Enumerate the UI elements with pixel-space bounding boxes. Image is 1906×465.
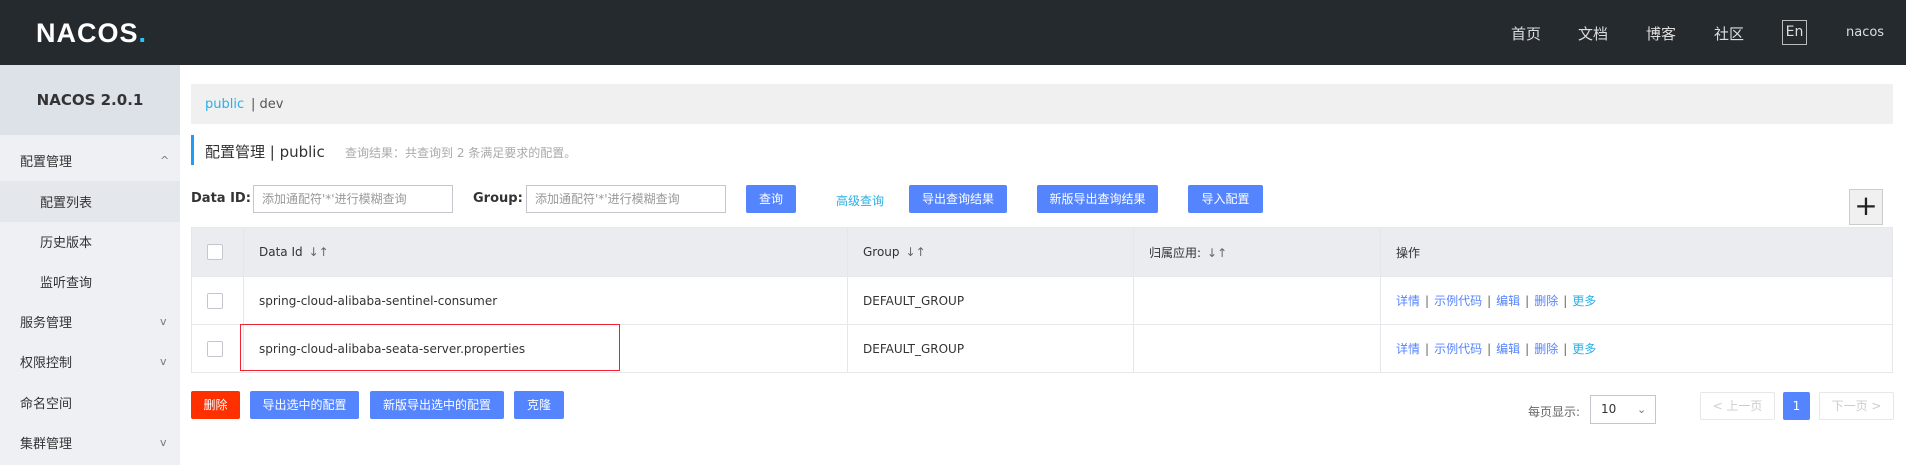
chevron-down-icon: v [160, 315, 167, 328]
sidebar-item-listener-query[interactable]: 监听查询 [0, 261, 180, 302]
sidebar-item-label: 权限控制 [20, 356, 73, 371]
group-cell: DEFAULT_GROUP [847, 276, 1134, 325]
language-toggle[interactable]: En [1782, 20, 1807, 45]
query-button[interactable]: 查询 [746, 185, 796, 213]
namespace-dev[interactable]: | dev [251, 97, 283, 112]
actions-cell: 详情 | 示例代码 | 编辑 | 删除 | 更多 [1380, 276, 1893, 325]
sidebar-item-label: 配置管理 [20, 154, 73, 170]
row-checkbox[interactable] [207, 292, 223, 309]
group-label: Group: [473, 191, 523, 206]
sidebar-item-cluster-management[interactable]: 集群管理 v [0, 422, 180, 463]
sidebar: NACOS 2.0.1 配置管理 ^ 配置列表 历史版本 监听查询 服务管理 v… [0, 65, 180, 465]
chevron-down-icon: ⌄ [1637, 403, 1647, 416]
column-label: Group [863, 245, 900, 259]
advanced-query-link[interactable]: 高级查询 [836, 192, 884, 209]
sidebar-item-namespace[interactable]: 命名空间 [0, 382, 180, 423]
delete-link[interactable]: 删除 [1534, 294, 1558, 308]
nav-docs[interactable]: 文档 [1578, 23, 1608, 44]
sidebar-item-label: 监听查询 [40, 276, 93, 291]
column-header-group[interactable]: Group ↓↑ [847, 227, 1134, 277]
row-select-cell [191, 324, 244, 373]
sidebar-item-history[interactable]: 历史版本 [0, 221, 180, 262]
sort-icon[interactable]: ↓↑ [1207, 246, 1227, 260]
more-link[interactable]: 更多 [1572, 294, 1596, 308]
column-label: 操作 [1396, 245, 1421, 260]
edit-link[interactable]: 编辑 [1496, 342, 1520, 356]
clone-button[interactable]: 克隆 [514, 391, 564, 419]
page-size-label: 每页显示: [1528, 405, 1581, 419]
group-input[interactable]: 添加通配符'*'进行模糊查询 [526, 185, 726, 213]
query-result-text: 查询结果：共查询到 2 条满足要求的配置。 [345, 146, 577, 160]
sidebar-item-service-management[interactable]: 服务管理 v [0, 301, 180, 342]
page-size-value: 10 [1601, 402, 1617, 416]
row-select-cell [191, 276, 244, 325]
sidebar-item-config-management[interactable]: 配置管理 ^ [0, 142, 180, 178]
column-header-dataid[interactable]: Data Id ↓↑ [243, 227, 848, 277]
column-label: 归属应用: [1149, 245, 1202, 260]
table-row: spring-cloud-alibaba-seata-server.proper… [191, 324, 1893, 373]
chevron-up-icon: ^ [160, 153, 170, 167]
page-title-text: 配置管理 | public [205, 143, 325, 161]
page-number-1[interactable]: 1 [1783, 392, 1810, 420]
sidebar-version: NACOS 2.0.1 [0, 65, 180, 135]
row-checkbox[interactable] [207, 340, 223, 357]
chevron-down-icon: v [160, 355, 167, 368]
column-label: Data Id [259, 245, 303, 259]
sidebar-item-label: 配置列表 [40, 196, 93, 211]
new-export-selected-button[interactable]: 新版导出选中的配置 [370, 391, 504, 419]
column-header-actions: 操作 [1380, 227, 1893, 277]
select-all-cell [191, 227, 244, 277]
export-results-button[interactable]: 导出查询结果 [909, 185, 1007, 213]
sort-icon[interactable]: ↓↑ [906, 245, 926, 259]
export-selected-button[interactable]: 导出选中的配置 [250, 391, 359, 419]
column-header-app[interactable]: 归属应用: ↓↑ [1133, 227, 1381, 277]
dataid-cell: spring-cloud-alibaba-sentinel-consumer [243, 276, 848, 325]
select-all-checkbox[interactable] [207, 244, 223, 260]
sidebar-item-label: 命名空间 [20, 397, 73, 412]
detail-link[interactable]: 详情 [1396, 294, 1420, 308]
detail-link[interactable]: 详情 [1396, 342, 1420, 356]
table-header-row: Data Id ↓↑ Group ↓↑ 归属应用: ↓↑ 操作 [191, 227, 1893, 277]
more-link[interactable]: 更多 [1572, 342, 1596, 356]
import-config-button[interactable]: 导入配置 [1188, 185, 1263, 213]
sidebar-item-config-list[interactable]: 配置列表 [0, 181, 180, 222]
logo-dot: . [138, 18, 148, 48]
delete-link[interactable]: 删除 [1534, 342, 1558, 356]
nacos-logo[interactable]: NACOS. [36, 18, 147, 49]
sort-icon[interactable]: ↓↑ [309, 245, 329, 259]
namespace-bar: public | dev [191, 84, 1893, 124]
sidebar-item-label: 服务管理 [20, 316, 73, 331]
nav-blog[interactable]: 博客 [1646, 23, 1676, 44]
delete-selected-button[interactable]: 删除 [191, 391, 240, 419]
chevron-down-icon: v [160, 436, 167, 449]
edit-link[interactable]: 编辑 [1496, 294, 1520, 308]
page-size-select[interactable]: 10 ⌄ [1590, 395, 1656, 424]
page-title: 配置管理 | public 查询结果：共查询到 2 条满足要求的配置。 [191, 135, 576, 165]
dataid-label: Data ID: [191, 191, 251, 206]
logo-text: NACOS [36, 18, 139, 48]
prev-page-button[interactable]: < 上一页 [1700, 392, 1775, 420]
dataid-input[interactable]: 添加通配符'*'进行模糊查询 [253, 185, 453, 213]
add-config-button[interactable]: + [1849, 189, 1883, 225]
app-cell [1133, 276, 1381, 325]
table-row: spring-cloud-alibaba-sentinel-consumer D… [191, 276, 1893, 325]
actions-cell: 详情 | 示例代码 | 编辑 | 删除 | 更多 [1380, 324, 1893, 373]
user-name[interactable]: nacos [1846, 25, 1884, 40]
app-cell [1133, 324, 1381, 373]
group-cell: DEFAULT_GROUP [847, 324, 1134, 373]
sidebar-item-label: 历史版本 [40, 236, 93, 251]
config-table: Data Id ↓↑ Group ↓↑ 归属应用: ↓↑ 操作 spring-clou… [191, 227, 1893, 373]
nav-community[interactable]: 社区 [1714, 23, 1744, 44]
sample-code-link[interactable]: 示例代码 [1434, 342, 1482, 356]
sample-code-link[interactable]: 示例代码 [1434, 294, 1482, 308]
sidebar-item-access-control[interactable]: 权限控制 v [0, 341, 180, 382]
new-export-results-button[interactable]: 新版导出查询结果 [1037, 185, 1158, 213]
namespace-public[interactable]: public [205, 97, 244, 112]
top-nav-bar: NACOS. 首页 文档 博客 社区 En nacos [0, 0, 1906, 65]
nav-home[interactable]: 首页 [1511, 23, 1541, 44]
dataid-cell: spring-cloud-alibaba-seata-server.proper… [243, 324, 848, 373]
next-page-button[interactable]: 下一页 > [1819, 392, 1894, 420]
sidebar-item-label: 集群管理 [20, 437, 73, 452]
